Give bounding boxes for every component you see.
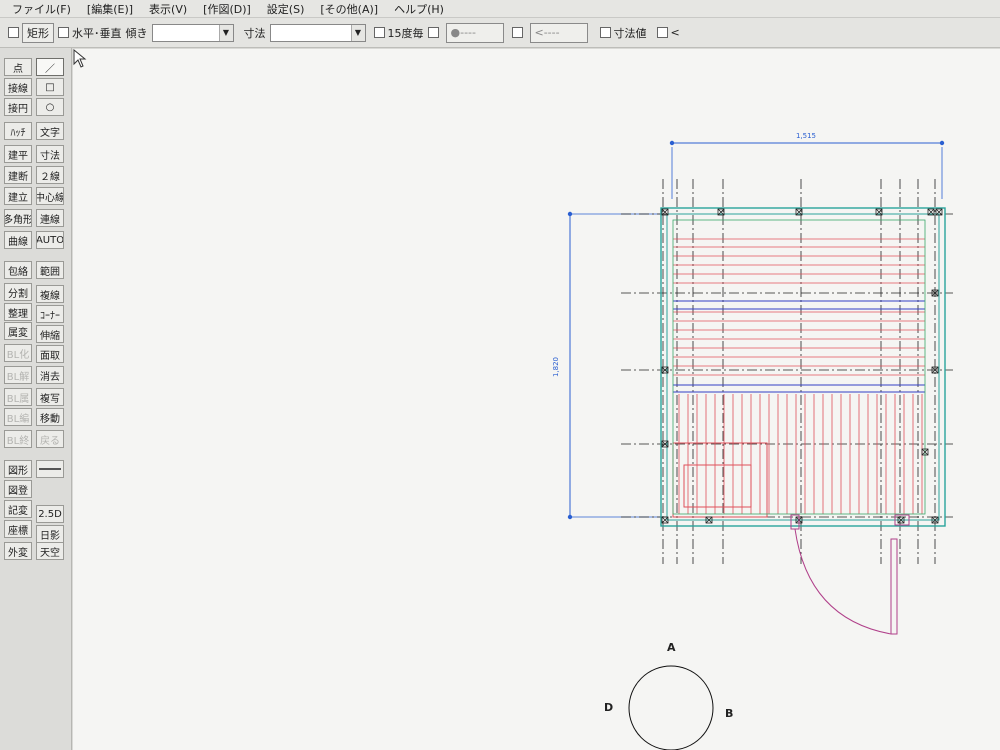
tool-exterior[interactable]: 外変 xyxy=(4,542,32,560)
tool-double-line[interactable]: ２線 xyxy=(36,166,64,184)
dim-value-option[interactable]: 寸法値 xyxy=(599,25,647,41)
dim-left-text: 1,820 xyxy=(552,357,560,377)
tool-point[interactable]: 点 xyxy=(4,58,32,76)
lt-option[interactable]: < xyxy=(656,26,680,39)
hv-option[interactable]: 水平･垂直 xyxy=(58,25,122,41)
line-type-icon xyxy=(39,468,61,470)
tool-chamfer[interactable]: 面取 xyxy=(36,345,64,363)
menu-draw[interactable]: [作図(D)] xyxy=(195,1,259,17)
tool-palette: 点 ／ 接線 □ 接円 ○ ﾊｯﾁ 文字 建平 寸法 建断 ２線 建立 中心線 … xyxy=(0,48,72,750)
dim-combo[interactable]: ▼ xyxy=(269,23,366,42)
drawing-canvas[interactable]: 1,515 1,820 A B D xyxy=(73,49,1000,750)
menu-file[interactable]: ファイル(F) xyxy=(4,1,79,17)
deg15-label: 15度毎 xyxy=(387,26,424,40)
tool-tangent[interactable]: 接線 xyxy=(4,78,32,96)
tool-stretch[interactable]: 伸縮 xyxy=(36,325,64,343)
tool-range[interactable]: 範囲 xyxy=(36,261,64,279)
tool-2-5d[interactable]: 2.5D xyxy=(36,505,64,523)
arrow-line-checkbox[interactable] xyxy=(511,27,523,38)
tool-circle[interactable]: ○ xyxy=(36,98,64,116)
dim-value-label: 寸法値 xyxy=(613,26,647,40)
compass-circle xyxy=(628,665,714,750)
dim-label: 寸法 xyxy=(243,26,266,40)
dot-line-button[interactable]: ●---- xyxy=(445,22,504,43)
dimension-left xyxy=(567,211,663,520)
deg15-checkbox[interactable] xyxy=(373,27,385,38)
tool-bl2[interactable]: BL解 xyxy=(4,366,32,384)
menu-help[interactable]: ヘルプ(H) xyxy=(386,1,452,17)
rect-checkbox[interactable] xyxy=(8,27,19,38)
tool-arrange[interactable]: 整理 xyxy=(4,303,32,321)
blue-structure-lines xyxy=(673,300,925,393)
tool-text[interactable]: 文字 xyxy=(36,122,64,140)
chevron-down-icon[interactable]: ▼ xyxy=(218,24,233,41)
floor-boards-vertical xyxy=(678,394,923,514)
menu-other[interactable]: [その他(A)] xyxy=(312,1,386,17)
tilt-label: 傾き xyxy=(125,26,148,40)
rect-option[interactable]: 矩形 xyxy=(8,22,54,43)
tool-section[interactable]: 建断 xyxy=(4,166,32,184)
compass-label-d: D xyxy=(604,701,614,714)
tool-plan[interactable]: 建平 xyxy=(4,145,32,163)
tool-elevation[interactable]: 建立 xyxy=(4,187,32,205)
lt-checkbox[interactable] xyxy=(656,27,668,38)
tool-hatch[interactable]: ﾊｯﾁ xyxy=(4,122,32,140)
tool-duplicate[interactable]: 複写 xyxy=(36,388,64,406)
inner-rectangles xyxy=(672,442,768,518)
deg15-option[interactable]: 15度毎 xyxy=(373,25,424,41)
floor-boards-horizontal xyxy=(673,238,925,376)
menu-settings[interactable]: 設定(S) xyxy=(259,1,313,17)
tool-bl1[interactable]: BL化 xyxy=(4,344,32,362)
tool-continuous[interactable]: 連線 xyxy=(36,209,64,227)
tool-shadow[interactable]: 日影 xyxy=(36,525,64,543)
tool-options-bar: 矩形 水平･垂直 傾き ▼ 寸法 ▼ 15度毎 ●---- <---- 寸法値 … xyxy=(0,18,1000,48)
dot-line-checkbox[interactable] xyxy=(427,27,439,38)
tool-bl5[interactable]: BL終 xyxy=(4,430,32,448)
tool-polygon[interactable]: 多角形 xyxy=(4,209,32,227)
hv-checkbox[interactable] xyxy=(58,27,69,38)
menu-view[interactable]: 表示(V) xyxy=(141,1,195,17)
tool-attribute[interactable]: 属変 xyxy=(4,322,32,340)
arrow-line-button[interactable]: <---- xyxy=(529,22,588,43)
dim-top-text: 1,515 xyxy=(796,132,816,140)
tilt-combo[interactable]: ▼ xyxy=(151,23,234,42)
dimension-top xyxy=(669,140,945,199)
tool-figure[interactable]: 図形 xyxy=(4,460,32,478)
floor-plan-drawing: 1,515 1,820 xyxy=(552,132,953,750)
tool-layer[interactable]: 図登 xyxy=(4,480,32,498)
tool-copy-line[interactable]: 複線 xyxy=(36,285,64,303)
dim-value-checkbox[interactable] xyxy=(599,27,611,38)
compass-label-b: B xyxy=(725,707,734,720)
door-swing xyxy=(790,514,910,635)
tool-enclose[interactable]: 包絡 xyxy=(4,261,32,279)
tool-line[interactable]: ／ xyxy=(36,58,64,76)
tool-corner[interactable]: ｺｰﾅｰ xyxy=(36,305,64,323)
tool-back[interactable]: 戻る xyxy=(36,430,64,448)
tool-layer-line[interactable] xyxy=(36,460,64,478)
tool-divide[interactable]: 分割 xyxy=(4,283,32,301)
tool-auto[interactable]: AUTO xyxy=(36,231,64,249)
tool-curve[interactable]: 曲線 xyxy=(4,231,32,249)
tool-erase[interactable]: 消去 xyxy=(36,366,64,384)
tool-coord[interactable]: 座標 xyxy=(4,520,32,538)
lt-label: < xyxy=(670,26,680,39)
rect-label: 矩形 xyxy=(22,22,54,43)
tool-dim[interactable]: 寸法 xyxy=(36,145,64,163)
tool-center-line[interactable]: 中心線 xyxy=(36,187,64,205)
tool-rect[interactable]: □ xyxy=(36,78,64,96)
hv-label: 水平･垂直 xyxy=(72,26,122,40)
chevron-down-icon[interactable]: ▼ xyxy=(350,24,365,41)
menu-bar: ファイル(F) [編集(E)] 表示(V) [作図(D)] 設定(S) [その他… xyxy=(0,0,1000,18)
tool-bl4[interactable]: BL編 xyxy=(4,408,32,426)
menu-edit[interactable]: [編集(E)] xyxy=(79,1,141,17)
compass-label-a: A xyxy=(667,641,676,654)
tool-move[interactable]: 移動 xyxy=(36,408,64,426)
tool-tangent-circle[interactable]: 接円 xyxy=(4,98,32,116)
tool-sky[interactable]: 天空 xyxy=(36,542,64,560)
tool-bl3[interactable]: BL属 xyxy=(4,388,32,406)
tool-record[interactable]: 記変 xyxy=(4,500,32,518)
